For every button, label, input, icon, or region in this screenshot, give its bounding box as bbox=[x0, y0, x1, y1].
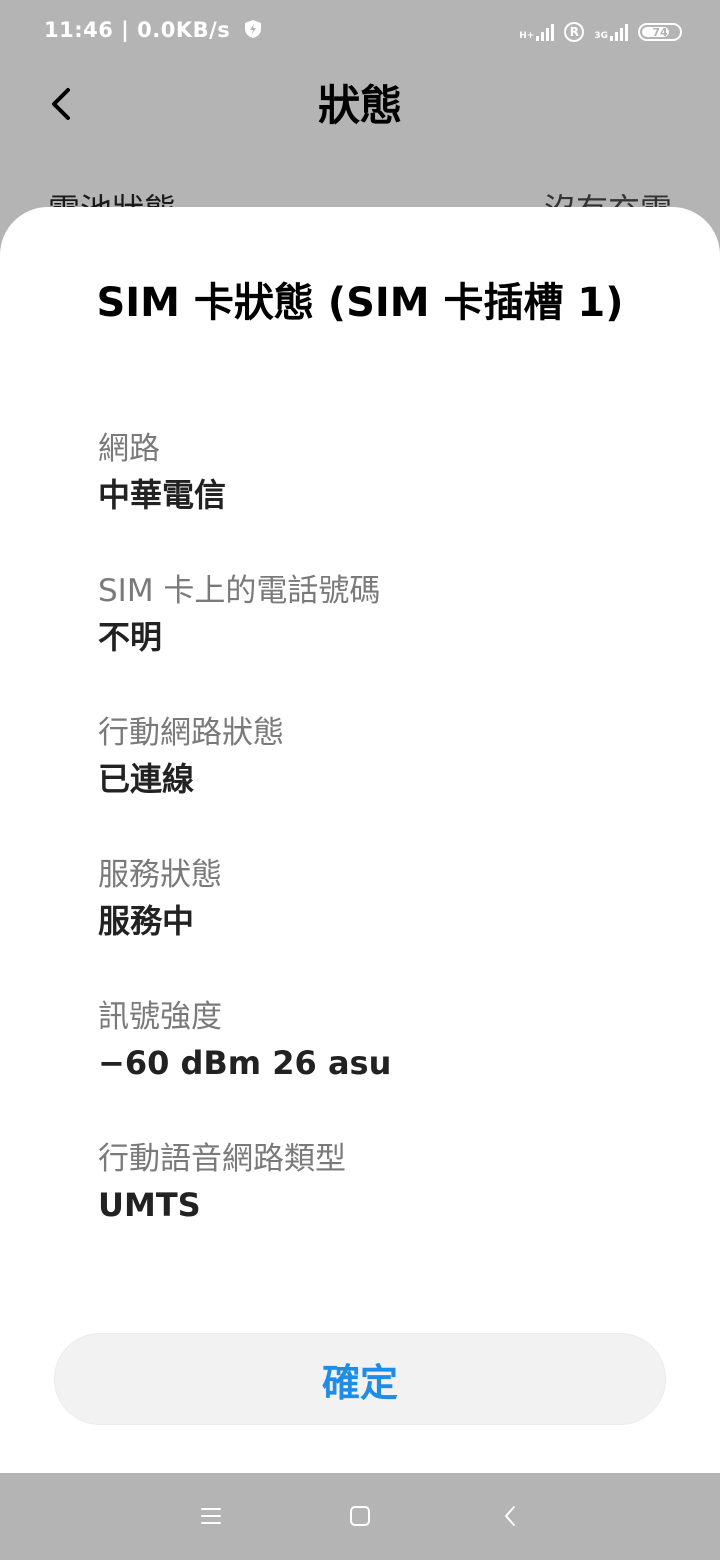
signal-icon bbox=[610, 23, 628, 41]
info-label: 服務狀態 bbox=[98, 857, 222, 893]
sim1-signal: H+ bbox=[519, 23, 555, 41]
info-item-voice-network-type: 行動語音網路類型 UMTS bbox=[98, 1139, 658, 1281]
shield-bolt-icon bbox=[244, 19, 262, 44]
sim1-network-type: H+ bbox=[519, 31, 535, 41]
signal-icon bbox=[536, 23, 555, 41]
info-item-service-state: 服務狀態 服務中 bbox=[98, 855, 658, 997]
battery-level: 74 bbox=[652, 25, 668, 39]
info-label: SIM 卡上的電話號碼 bbox=[98, 573, 381, 609]
info-value: 不明 bbox=[98, 618, 163, 656]
menu-icon[interactable] bbox=[198, 1503, 224, 1529]
info-list: 網路 中華電信 SIM 卡上的電話號碼 不明 行動網路狀態 已連線 服務狀態 服… bbox=[98, 429, 658, 1281]
info-label: 網路 bbox=[98, 431, 160, 467]
sim2-signal: 3G bbox=[594, 23, 628, 41]
info-label: 訊號強度 bbox=[98, 999, 222, 1035]
confirm-button[interactable]: 確定 bbox=[54, 1333, 666, 1425]
info-label: 行動網路狀態 bbox=[98, 715, 284, 751]
info-item-phone-number: SIM 卡上的電話號碼 不明 bbox=[98, 571, 658, 713]
status-right: H+ R 3G 74 bbox=[519, 18, 682, 46]
home-square-icon[interactable] bbox=[347, 1503, 373, 1529]
info-value: UMTS bbox=[98, 1186, 201, 1224]
page-title: 狀態 bbox=[317, 81, 402, 130]
info-item-signal-strength: 訊號強度 −60 dBm 26 asu bbox=[98, 997, 658, 1139]
info-item-mobile-network-state: 行動網路狀態 已連線 bbox=[98, 713, 658, 855]
status-time-speed: 11:46 | 0.0KB/s bbox=[44, 18, 231, 42]
status-bar: 11:46 | 0.0KB/s H+ R 3G 74 bbox=[0, 0, 720, 64]
scroll-fade bbox=[0, 1267, 720, 1307]
info-value: 已連線 bbox=[98, 760, 195, 798]
info-label: 行動語音網路類型 bbox=[98, 1141, 346, 1177]
navigation-bar bbox=[0, 1473, 720, 1560]
info-value: 中華電信 bbox=[98, 476, 227, 514]
sim-status-sheet: SIM 卡狀態 (SIM 卡插槽 1) 網路 中華電信 SIM 卡上的電話號碼 … bbox=[0, 207, 720, 1473]
sheet-title: SIM 卡狀態 (SIM 卡插槽 1) bbox=[96, 280, 624, 326]
roaming-indicator: R bbox=[564, 22, 585, 42]
info-value: 服務中 bbox=[98, 902, 195, 940]
status-left: 11:46 | 0.0KB/s bbox=[44, 18, 262, 44]
battery-icon: 74 bbox=[638, 23, 682, 41]
sim2-network-type: 3G bbox=[594, 31, 608, 41]
info-item-network: 網路 中華電信 bbox=[98, 429, 658, 571]
back-chevron-icon[interactable] bbox=[498, 1503, 524, 1529]
info-value: −60 dBm 26 asu bbox=[98, 1044, 392, 1082]
